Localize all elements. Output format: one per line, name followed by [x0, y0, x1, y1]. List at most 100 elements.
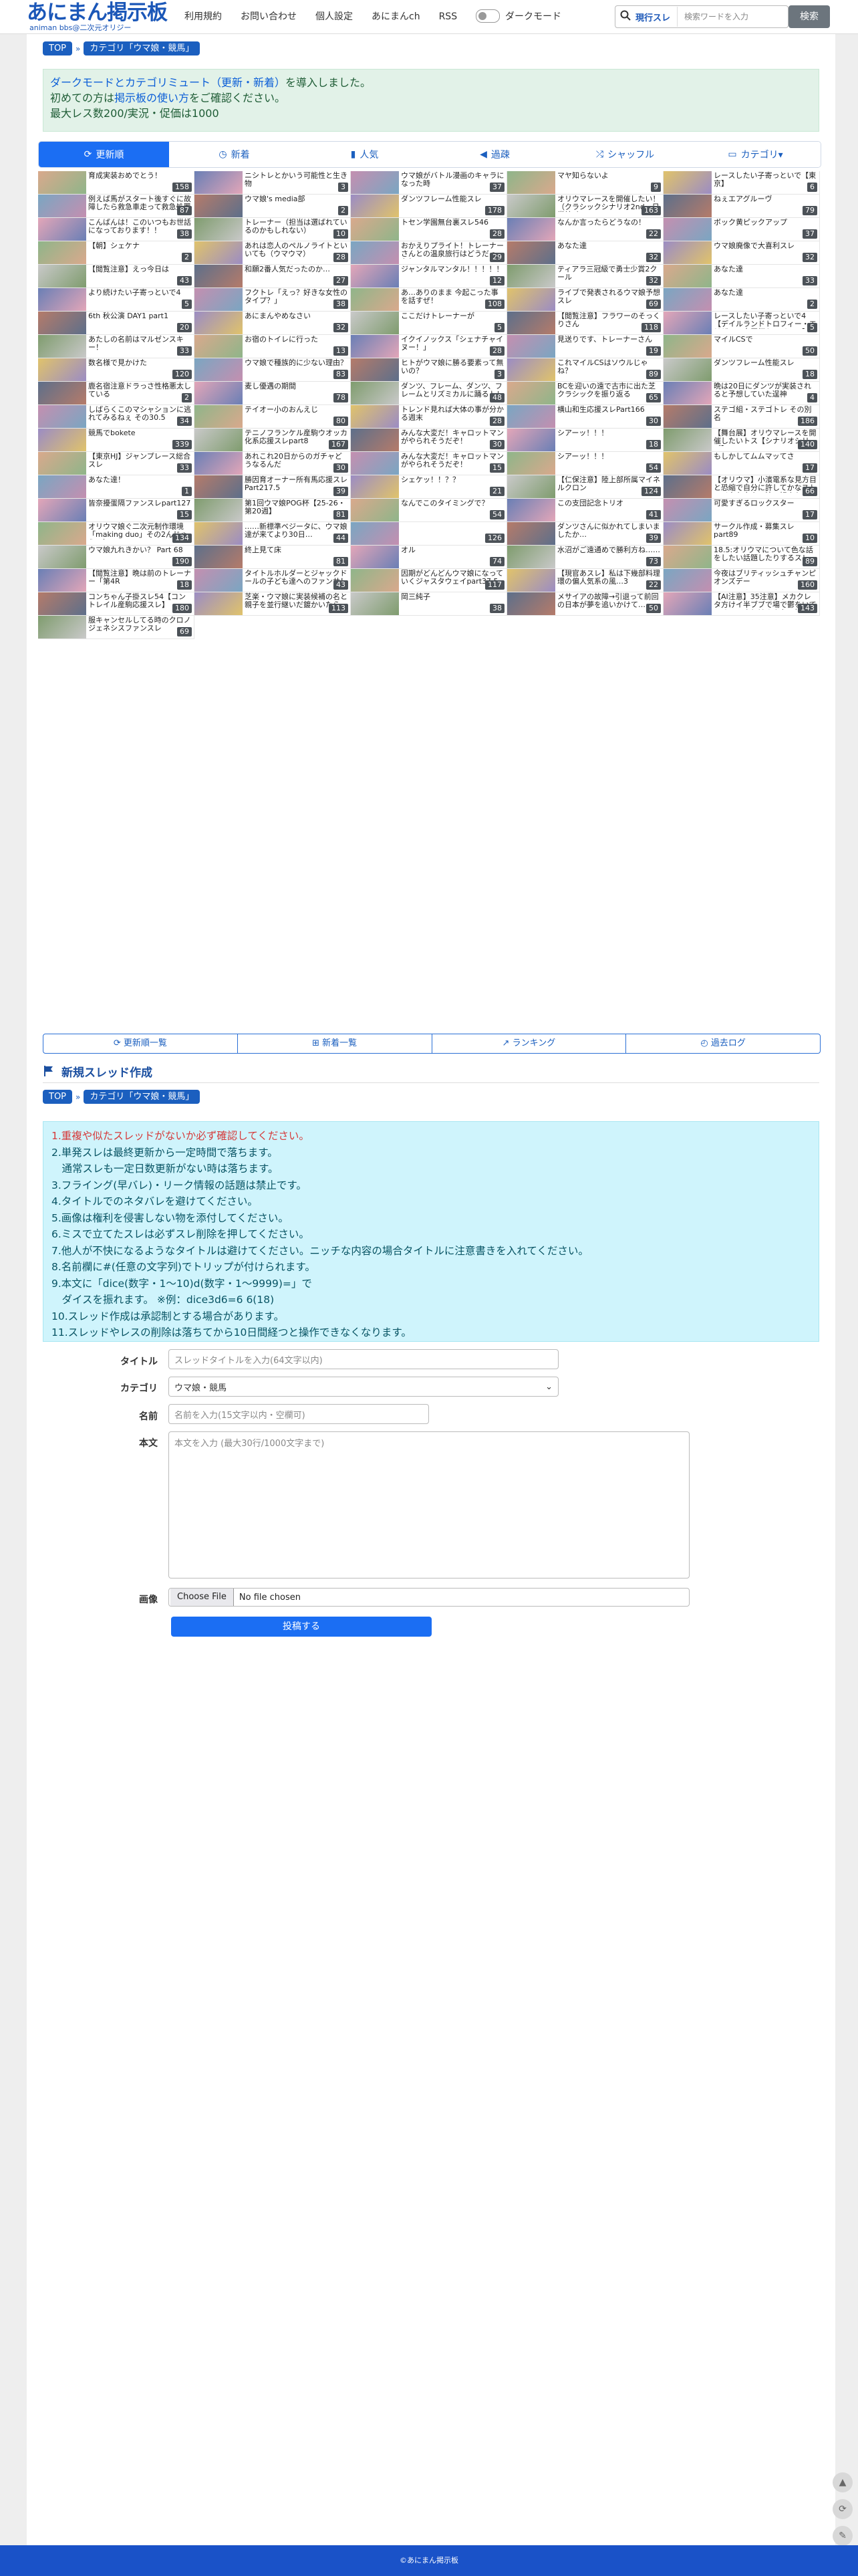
reload-icon[interactable]: ⟳ [833, 2499, 853, 2519]
thread-item[interactable]: 服キャンセルしてる時のクロノジェネシスファンスレ 69 [38, 616, 194, 639]
thread-title[interactable]: ニシトレとかいう可能性と生き物 [243, 171, 350, 189]
thread-thumbnail[interactable] [664, 195, 712, 217]
thread-thumbnail[interactable] [38, 265, 86, 287]
thread-thumbnail[interactable] [194, 592, 243, 615]
thread-item[interactable]: みんな大変だ！キャロットマンがやられそうだぞ！ 30 [351, 429, 507, 452]
thread-item[interactable]: 【閲覧注意】フラワーのそっくりさん 118 [507, 312, 664, 335]
thread-thumbnail[interactable] [38, 569, 86, 592]
thread-thumbnail[interactable] [664, 475, 712, 498]
thread-item[interactable]: こんばんは！このいつもお世話になっております！！ 38 [38, 218, 194, 241]
thread-thumbnail[interactable] [194, 288, 243, 311]
subnav-new[interactable]: ⊞ 新着一覧 [238, 1034, 432, 1053]
thread-thumbnail[interactable] [38, 499, 86, 521]
thread-thumbnail[interactable] [664, 546, 712, 568]
nav-terms[interactable]: 利用規約 [175, 9, 231, 24]
thread-item[interactable]: より続けたい子寄っといで4 5 [38, 288, 194, 312]
thread-thumbnail[interactable] [507, 452, 555, 475]
breadcrumb-category[interactable]: カテゴリ「ウマ娘・競馬」 [84, 1090, 200, 1104]
thread-item[interactable]: 岡三純子 38 [351, 592, 507, 616]
thread-thumbnail[interactable] [351, 288, 399, 311]
thread-item[interactable]: 終上見て床 81 [194, 546, 351, 569]
thread-title[interactable]: あなた達 [712, 288, 819, 306]
thread-thumbnail[interactable] [38, 382, 86, 404]
tab-updated[interactable]: ⟳ 更新順 [39, 142, 169, 167]
thread-thumbnail[interactable] [507, 358, 555, 381]
thread-thumbnail[interactable] [507, 569, 555, 592]
thread-item[interactable]: ダンツフレーム性能スレ 178 [351, 195, 507, 218]
thread-thumbnail[interactable] [38, 429, 86, 451]
thread-thumbnail[interactable] [507, 405, 555, 428]
thread-thumbnail[interactable] [38, 452, 86, 475]
thread-thumbnail[interactable] [507, 382, 555, 404]
thread-item[interactable]: メサイアの故障→引退って前回の日本が夢を追いかけて… 50 [507, 592, 664, 616]
thread-item[interactable]: 皆奈擾蛋隔ファンスレpart127 15 [38, 499, 194, 522]
thread-item[interactable]: なんでこのタイミングで？ 54 [351, 499, 507, 522]
thread-title[interactable]: あなた達！ [86, 475, 194, 493]
scroll-top-icon[interactable]: ▲ [833, 2472, 853, 2492]
thread-thumbnail[interactable] [664, 592, 712, 615]
thread-thumbnail[interactable] [664, 452, 712, 475]
submit-button[interactable]: 投稿する [171, 1617, 432, 1637]
thread-thumbnail[interactable] [194, 195, 243, 217]
thread-item[interactable]: オル 74 [351, 546, 507, 569]
thread-thumbnail[interactable] [38, 522, 86, 545]
thread-thumbnail[interactable] [194, 265, 243, 287]
thread-thumbnail[interactable] [507, 546, 555, 568]
thread-thumbnail[interactable] [194, 569, 243, 592]
search-input[interactable]: 検索ワードを入力 [677, 7, 788, 27]
thread-item[interactable]: あたしの名前はマルゼンスキー！ 33 [38, 335, 194, 358]
thread-thumbnail[interactable] [194, 452, 243, 475]
thread-thumbnail[interactable] [507, 241, 555, 264]
thread-thumbnail[interactable] [351, 499, 399, 521]
thread-item[interactable]: ウマ娘九れきかい？ Part 68 190 [38, 546, 194, 569]
thread-thumbnail[interactable] [507, 499, 555, 521]
thread-item[interactable]: ニシトレとかいう可能性と生き物 3 [194, 171, 351, 195]
thread-item[interactable]: 【朝】シェケナ 2 [38, 241, 194, 265]
thread-item[interactable]: 和願2番人気だったのか… 27 [194, 265, 351, 288]
thread-item[interactable]: 第1回ウマ娘POG杯【25-26・第20週】 81 [194, 499, 351, 522]
toggle-icon[interactable] [476, 9, 500, 23]
thread-thumbnail[interactable] [194, 312, 243, 334]
thread-thumbnail[interactable] [38, 475, 86, 498]
thread-thumbnail[interactable] [664, 288, 712, 311]
thread-item[interactable]: みんな大変だ！キャロットマンがやられそうだぞ！ 15 [351, 452, 507, 475]
thread-item[interactable]: あれこれ20日からのガチャどうなるんだ 30 [194, 452, 351, 475]
thread-thumbnail[interactable] [664, 429, 712, 451]
thread-thumbnail[interactable] [507, 429, 555, 451]
thread-thumbnail[interactable] [664, 312, 712, 334]
image-file-input[interactable]: Choose File No file chosen [168, 1588, 690, 1607]
thread-item[interactable]: あれは恋人のペルノライトといいても（ウマウマ） 28 [194, 241, 351, 265]
thread-thumbnail[interactable] [194, 429, 243, 451]
thread-item[interactable]: ここだけトレーナーが 5 [351, 312, 507, 335]
thread-thumbnail[interactable] [194, 546, 243, 568]
thread-thumbnail[interactable] [38, 218, 86, 241]
nav-animanch[interactable]: あにまんch [362, 9, 430, 24]
thread-item[interactable]: あなた達！ 1 [38, 475, 194, 499]
thread-thumbnail[interactable] [664, 241, 712, 264]
thread-item[interactable]: 【AI注意】35注意】メカクレタ方けイ半ブブで場で鬱をいていくのでまとはみんなの… [664, 592, 820, 616]
thread-item[interactable]: ……新標準ベジータに、ウマ娘達が来てより30日… 44 [194, 522, 351, 546]
thread-thumbnail[interactable] [194, 358, 243, 381]
thread-item[interactable]: しばらくこのマシャションに逃れてみるねぇ その30.5 34 [38, 405, 194, 429]
thread-thumbnail[interactable] [507, 312, 555, 334]
thread-thumbnail[interactable] [507, 592, 555, 615]
thread-thumbnail[interactable] [507, 335, 555, 358]
thread-thumbnail[interactable] [664, 522, 712, 545]
thread-item[interactable]: 【閲覧注意】晩は前のトレーナー「第4R 18 [38, 569, 194, 592]
thread-item[interactable]: あなた達 2 [664, 288, 820, 312]
thread-thumbnail[interactable] [351, 241, 399, 264]
thread-item[interactable]: ヒトがウマ娘に勝る要素って無いの？ 3 [351, 358, 507, 382]
thread-item[interactable]: 【現官あスレ】私は下幾部料理環の偏人気系の風…3 22 [507, 569, 664, 592]
thread-item[interactable]: サークル作成・募集スレ part89 10 [664, 522, 820, 546]
thread-title[interactable]: レースしたい子寄っといで4【デイルランドトロフィー・エリザベス女王杯トライアル】 [712, 312, 819, 330]
thread-thumbnail[interactable] [664, 218, 712, 241]
tab-new[interactable]: ◷ 新着 [169, 142, 299, 167]
thread-item[interactable]: テニノフランケル産駒ウオッカ化系応援スレpart8 167 [194, 429, 351, 452]
thread-item[interactable]: 可愛すぎるロックスター 17 [664, 499, 820, 522]
dark-mode-switch[interactable]: ダークモード [476, 9, 561, 23]
thread-thumbnail[interactable] [38, 195, 86, 217]
thread-item[interactable]: お宿のトイレに行った 13 [194, 335, 351, 358]
thread-thumbnail[interactable] [507, 475, 555, 498]
thread-thumbnail[interactable] [351, 569, 399, 592]
thread-item[interactable]: なんか言ったらどうなの！ 22 [507, 218, 664, 241]
